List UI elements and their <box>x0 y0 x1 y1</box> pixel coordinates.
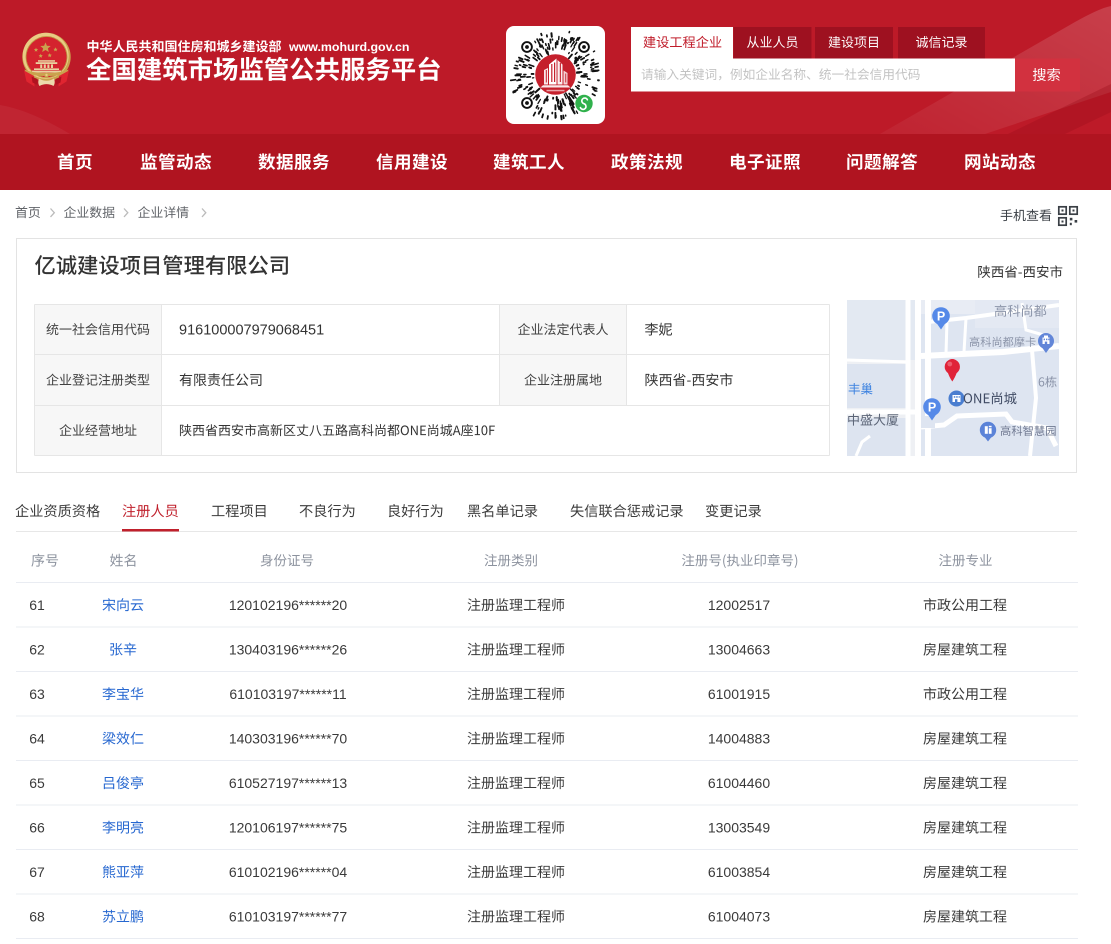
svg-text:140303196******70: 140303196******70 <box>229 731 348 747</box>
svg-text:12002517: 12002517 <box>708 597 771 613</box>
svg-text:68: 68 <box>29 909 45 925</box>
svg-text:62: 62 <box>29 642 45 658</box>
svg-text:67: 67 <box>29 864 45 880</box>
svg-text:61003854: 61003854 <box>708 864 771 880</box>
svg-text:63: 63 <box>29 686 45 702</box>
svg-text:P: P <box>928 401 936 415</box>
svg-text:61: 61 <box>29 597 45 613</box>
svg-text:610103197******11: 610103197******11 <box>229 686 347 702</box>
svg-text:61004460: 61004460 <box>708 775 771 791</box>
svg-text:130403196******26: 130403196******26 <box>229 642 348 658</box>
svg-text:120102196******20: 120102196******20 <box>229 597 348 613</box>
svg-text:610102196******04: 610102196******04 <box>229 864 348 880</box>
svg-text:P: P <box>937 310 945 324</box>
svg-text:610527197******13: 610527197******13 <box>229 775 348 791</box>
svg-text:14004883: 14004883 <box>708 731 771 747</box>
svg-text:13004663: 13004663 <box>708 642 771 658</box>
svg-text:61001915: 61001915 <box>708 686 771 702</box>
svg-text:120106197******75: 120106197******75 <box>229 820 348 836</box>
svg-text:610103197******77: 610103197******77 <box>229 909 348 925</box>
svg-text:64: 64 <box>29 731 45 747</box>
svg-text:61004073: 61004073 <box>708 909 771 925</box>
svg-text:65: 65 <box>29 775 45 791</box>
svg-text:916100007979068451: 916100007979068451 <box>179 323 324 339</box>
svg-text:13003549: 13003549 <box>708 820 771 836</box>
svg-text:www.mohurd.gov.cn: www.mohurd.gov.cn <box>288 40 409 54</box>
svg-text:66: 66 <box>29 820 45 836</box>
